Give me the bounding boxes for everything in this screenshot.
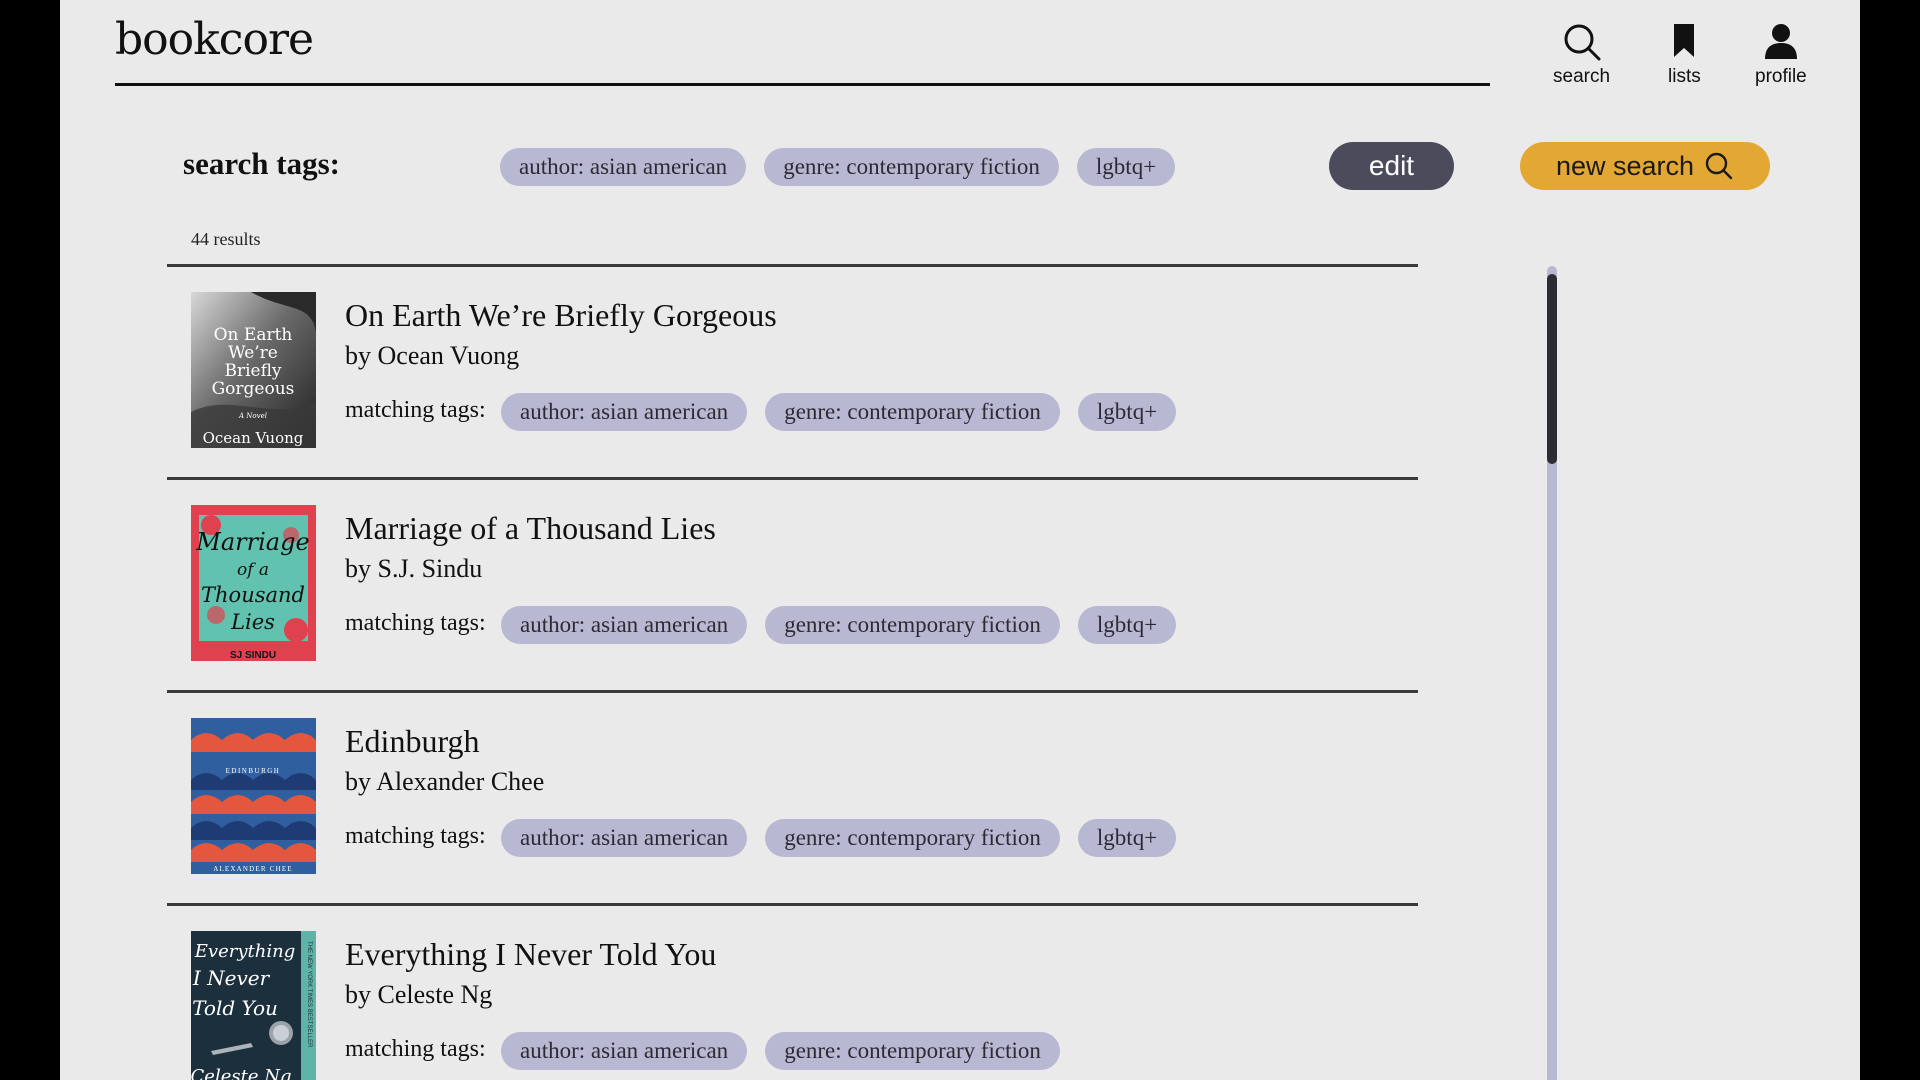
matching-tag[interactable]: lgbtq+ [1077,819,1177,857]
cover-author: Celeste Ng [191,1066,291,1080]
nav-lists[interactable]: lists [1668,22,1701,88]
nav-profile[interactable]: profile [1755,22,1807,88]
matching-tag[interactable]: genre: contemporary fiction [765,606,1060,644]
search-tag[interactable]: lgbtq+ [1076,148,1176,186]
book-title[interactable]: On Earth We’re Briefly Gorgeous [345,297,777,334]
cover-subtitle: A Novel [238,412,267,420]
matching-tag[interactable]: author: asian american [501,393,748,431]
result-item[interactable]: EDINBURGH ALEXANDER CHEE Edinburgh by Al… [167,693,1418,906]
book-cover[interactable]: THE NEW YORK TIMES BESTSELLER Everything… [191,931,316,1080]
result-item[interactable]: On Earth We’re Briefly Gorgeous A Novel … [167,267,1418,480]
result-item[interactable]: THE NEW YORK TIMES BESTSELLER Everything… [167,906,1418,1080]
nav-profile-label: profile [1755,66,1807,87]
cover-title-line: of a [237,560,269,580]
cover-title-line: Lies [230,610,275,634]
book-author: by Ocean Vuong [345,341,520,370]
book-author: by Alexander Chee [345,767,545,796]
header-divider [115,83,1490,86]
book-cover[interactable]: On Earth We’re Briefly Gorgeous A Novel … [191,292,316,448]
book-title[interactable]: Marriage of a Thousand Lies [345,510,716,547]
cover-title-line: On Earth [214,325,293,345]
cover-author: Ocean Vuong [203,429,304,447]
new-search-button[interactable]: new search [1520,142,1770,190]
nav-search-label: search [1553,66,1611,87]
book-author: by Celeste Ng [345,980,493,1009]
matching-tags-label: matching tags: [345,397,486,423]
cover-title-line: Gorgeous [212,379,295,399]
matching-tag[interactable]: lgbtq+ [1077,393,1177,431]
results-count: 44 results [191,229,261,249]
matching-tag-list: author: asian american genre: contempora… [501,819,1177,857]
search-icon [1705,152,1733,180]
scrollbar-thumb[interactable] [1547,274,1557,464]
bookmark-icon [1668,22,1701,62]
matching-tag-list: author: asian american genre: contempora… [501,606,1177,644]
cover-title-line: Told You [192,996,278,1020]
logo[interactable]: bookcore [115,14,314,65]
cover-title-line: Everything [194,941,295,962]
search-tags-label: search tags: [183,146,340,181]
matching-tags-label: matching tags: [345,823,486,849]
cover-title-line: We’re [228,343,278,363]
search-icon [1553,22,1610,62]
book-cover[interactable]: EDINBURGH ALEXANDER CHEE [191,718,316,874]
matching-tag[interactable]: genre: contemporary fiction [765,819,1060,857]
cover-author: ALEXANDER CHEE [213,865,293,873]
app-window: bookcore search lists profile search tag… [60,0,1860,1080]
book-title[interactable]: Everything I Never Told You [345,936,716,973]
cover-title-line: Marriage [195,528,309,556]
cover-title-line: EDINBURGH [226,767,281,775]
book-title[interactable]: Edinburgh [345,723,480,760]
cover-title-line: Briefly [224,361,281,381]
cover-side-text: THE NEW YORK TIMES BESTSELLER [306,941,312,1048]
search-tag[interactable]: genre: contemporary fiction [764,148,1059,186]
matching-tag-list: author: asian american genre: contempora… [501,393,1177,431]
cover-title-line: Thousand [201,583,305,607]
result-item[interactable]: Marriage of a Thousand Lies SJ SINDU Mar… [167,480,1418,693]
matching-tag[interactable]: author: asian american [501,1032,748,1070]
matching-tag[interactable]: author: asian american [501,819,748,857]
new-search-label: new search [1555,150,1695,181]
book-author: by S.J. Sindu [345,554,483,583]
cover-author: SJ SINDU [230,650,276,661]
user-icon [1755,22,1807,62]
cover-title-line: I Never [192,966,271,990]
matching-tags-label: matching tags: [345,1036,486,1062]
matching-tag[interactable]: author: asian american [501,606,748,644]
matching-tag-list: author: asian american genre: contempora… [501,1032,1060,1070]
results-list: On Earth We’re Briefly Gorgeous A Novel … [167,264,1418,1080]
nav-lists-label: lists [1668,66,1701,87]
matching-tag[interactable]: lgbtq+ [1077,606,1177,644]
book-cover[interactable]: Marriage of a Thousand Lies SJ SINDU [191,505,316,661]
search-tag-list: author: asian american genre: contempora… [500,148,1176,186]
edit-button[interactable]: edit [1329,142,1454,190]
search-tag[interactable]: author: asian american [500,148,747,186]
nav-search[interactable]: search [1553,22,1610,88]
matching-tags-label: matching tags: [345,610,486,636]
matching-tag[interactable]: genre: contemporary fiction [765,1032,1060,1070]
matching-tag[interactable]: genre: contemporary fiction [765,393,1060,431]
